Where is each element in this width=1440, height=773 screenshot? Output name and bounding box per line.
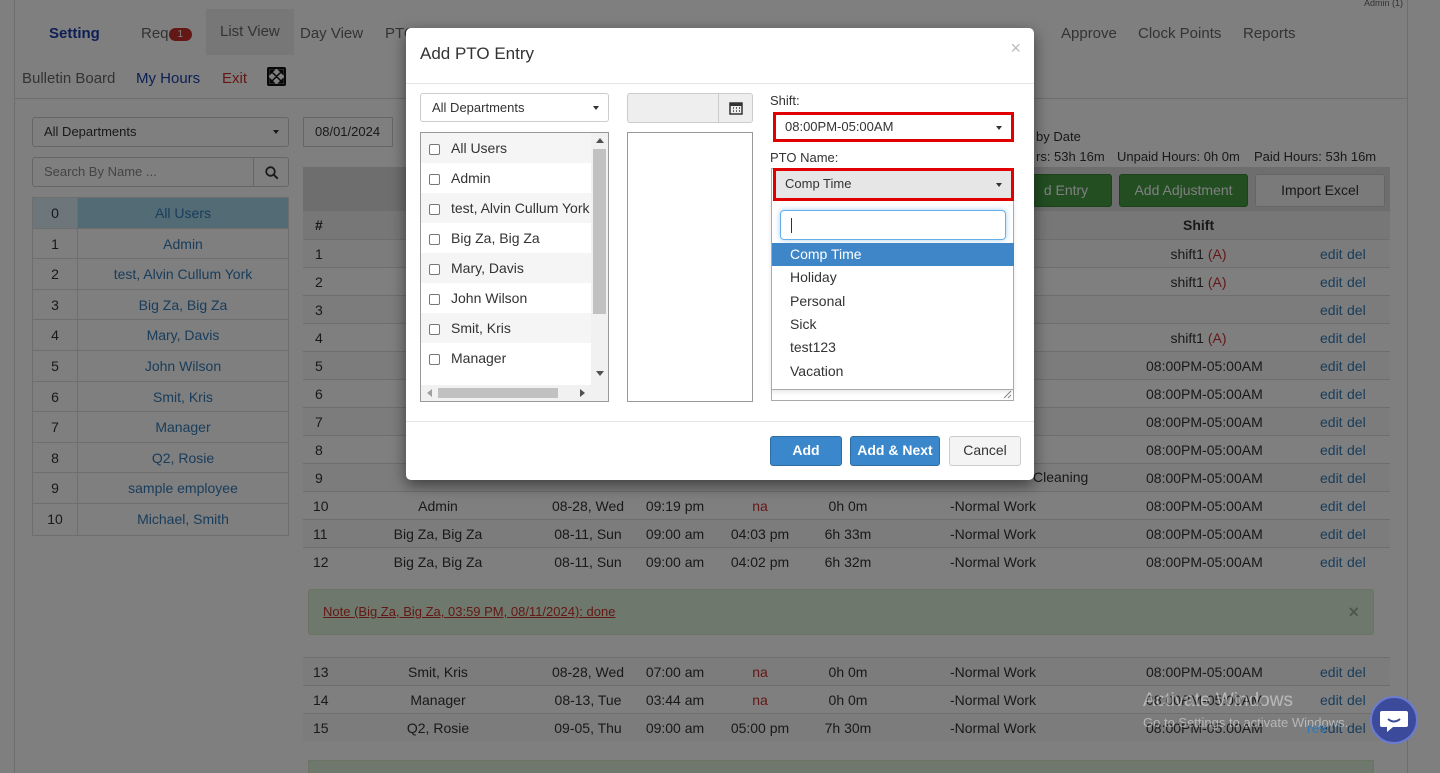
modal-department-select[interactable]: All Departments (420, 93, 609, 122)
user-check-label: All Users (451, 140, 508, 156)
pto-options: Comp Time Holiday Personal Sick test123 Vacat… (772, 243, 1015, 383)
user-check-item[interactable]: John Wilson (421, 283, 592, 313)
user-check-label: John Wilson (451, 290, 528, 306)
scroll-up-icon[interactable] (596, 138, 604, 143)
checkbox[interactable] (429, 203, 440, 215)
date-input[interactable] (627, 93, 719, 123)
user-check-item[interactable]: Mary, Davis (421, 253, 592, 283)
pto-search-input[interactable] (780, 210, 1006, 240)
dates-listbox[interactable] (627, 132, 753, 402)
hscroll-thumb[interactable] (438, 388, 558, 398)
pto-option[interactable]: test123 (772, 336, 1014, 359)
pto-option[interactable]: Holiday (772, 266, 1014, 289)
modal-header-divider (406, 83, 1034, 84)
activate-windows-title: Activate Windows (1143, 690, 1293, 711)
user-check-item[interactable]: Big Za, Big Za (421, 223, 592, 253)
cancel-button[interactable]: Cancel (949, 436, 1021, 466)
user-check-label: Manager (451, 350, 507, 366)
chat-icon (1380, 711, 1408, 732)
calendar-button[interactable] (718, 93, 753, 123)
modal-title: Add PTO Entry (420, 44, 535, 63)
user-check-label: Big Za, Big Za (451, 230, 540, 246)
user-check-item[interactable]: All Users (421, 133, 592, 163)
user-checklist: All Users Admin test, Alvin Cullum York Big… (421, 133, 592, 385)
shift-select-value: 08:00PM-05:00AM (785, 119, 894, 134)
checkbox[interactable] (429, 293, 440, 305)
user-check-label: test, Alvin Cullum York (451, 200, 590, 216)
pto-name-select[interactable]: Comp Time (773, 168, 1014, 201)
checkbox[interactable] (429, 143, 440, 155)
scroll-down-icon[interactable] (596, 371, 604, 376)
pto-option[interactable]: Sick (772, 313, 1014, 336)
modal-department-value: All Departments (432, 100, 525, 115)
checkbox[interactable] (429, 263, 440, 275)
user-check-item[interactable]: Admin (421, 163, 592, 193)
resize-handle-icon[interactable] (1003, 390, 1012, 399)
horizontal-scrollbar[interactable] (421, 385, 608, 401)
pto-dropdown: Comp Time Holiday Personal Sick test123 Vacat… (771, 201, 1014, 390)
scroll-thumb[interactable] (593, 149, 606, 314)
user-check-item[interactable]: test, Alvin Cullum York (421, 193, 592, 223)
user-check-item[interactable]: Manager (421, 343, 592, 373)
pto-option[interactable]: Vacation (772, 360, 1014, 383)
text-cursor (791, 218, 792, 233)
checkbox[interactable] (429, 323, 440, 335)
chevron-down-icon (593, 106, 599, 110)
pto-name-label: PTO Name: (770, 150, 839, 165)
user-check-label: Admin (451, 170, 491, 186)
modal-footer-divider (406, 421, 1034, 422)
rev-link[interactable]: rev (1307, 720, 1326, 736)
pto-name-value: Comp Time (785, 176, 852, 191)
checkbox[interactable] (429, 173, 440, 185)
checkbox[interactable] (429, 353, 440, 365)
pto-option[interactable]: Personal (772, 290, 1014, 313)
user-check-label: Smit, Kris (451, 320, 511, 336)
chevron-down-icon (996, 183, 1002, 187)
modal-user-list: All Users Admin test, Alvin Cullum York Big… (420, 132, 609, 402)
calendar-icon (729, 102, 743, 115)
scroll-left-icon[interactable] (427, 389, 432, 397)
user-check-label: Mary, Davis (451, 260, 524, 276)
chat-button[interactable] (1370, 696, 1418, 744)
vertical-scrollbar[interactable] (591, 133, 608, 385)
add-button[interactable]: Add (770, 436, 842, 466)
add-next-button[interactable]: Add & Next (850, 436, 940, 466)
checkbox[interactable] (429, 233, 440, 245)
chevron-down-icon (996, 126, 1002, 130)
modal-close-button[interactable]: × (1010, 38, 1021, 59)
shift-select[interactable]: 08:00PM-05:00AM (773, 112, 1014, 142)
pto-option[interactable]: Comp Time (772, 243, 1014, 266)
shift-label: Shift: (770, 93, 800, 108)
add-pto-modal: Add PTO Entry × All Departments All User… (406, 28, 1034, 480)
scroll-right-icon[interactable] (580, 389, 585, 397)
user-check-item[interactable]: Smit, Kris (421, 313, 592, 343)
